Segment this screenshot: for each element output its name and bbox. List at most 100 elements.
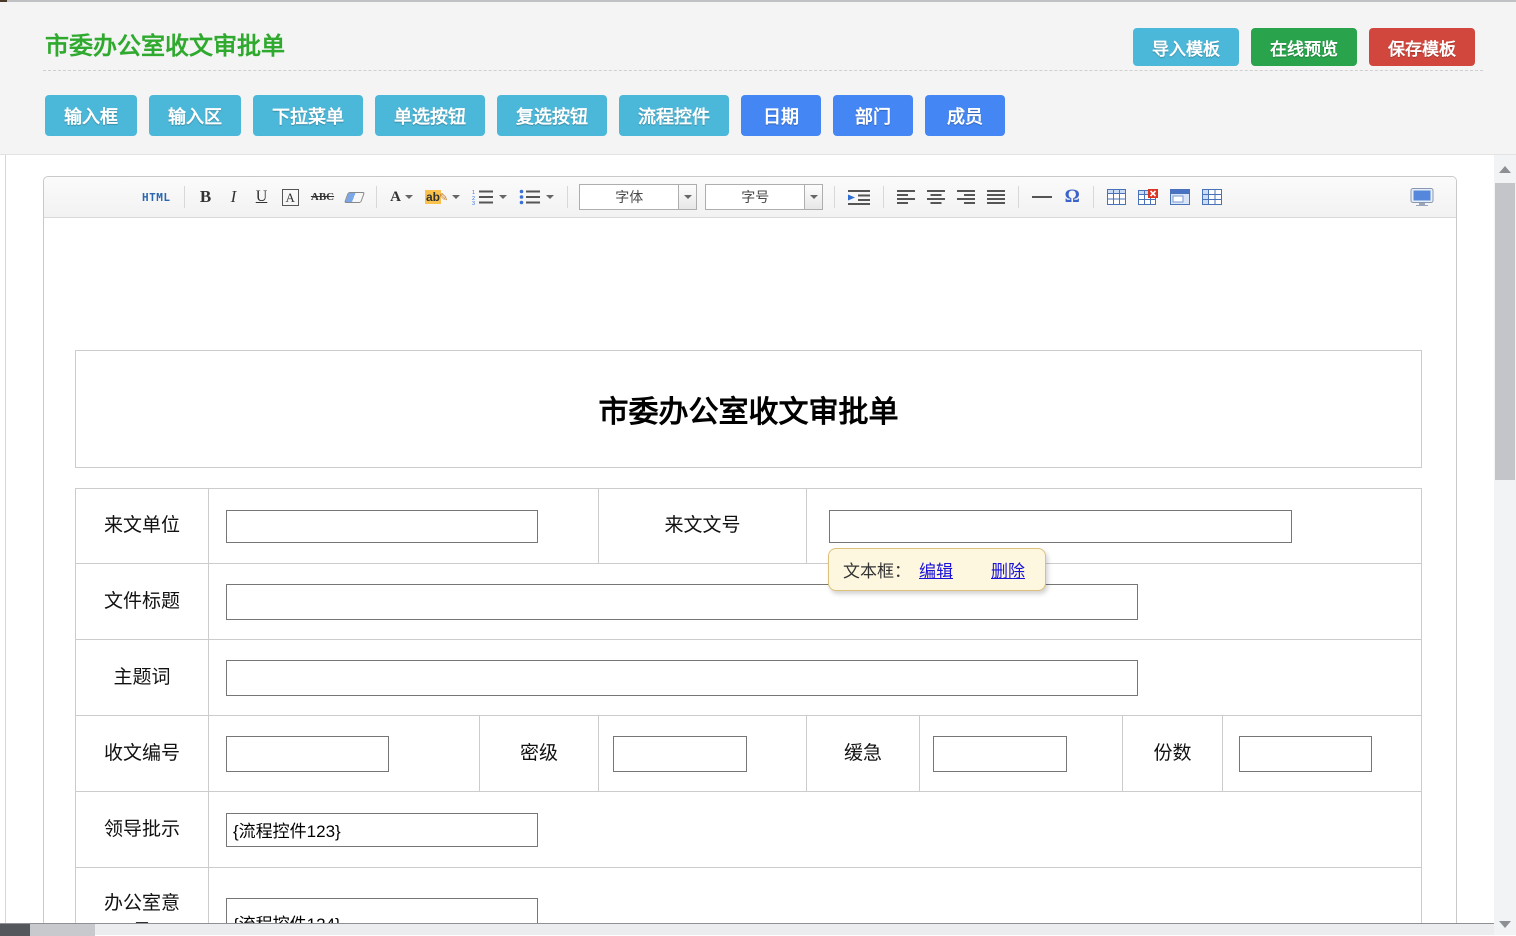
- urgency-input[interactable]: [933, 736, 1067, 772]
- editor-toolbar: HTML B I U A ABC A ab✎ 123 字体 字号: [44, 177, 1456, 218]
- bottom-window-bar: [0, 923, 1494, 935]
- ordered-list-button[interactable]: 123: [469, 184, 510, 210]
- align-left-icon: [897, 190, 915, 204]
- component-button-radio[interactable]: 单选按钮: [375, 95, 485, 136]
- form-label-copies: 份数: [1122, 716, 1222, 791]
- subject-word-input[interactable]: [226, 660, 1138, 696]
- scroll-down-button[interactable]: [1499, 921, 1511, 928]
- underline-button[interactable]: U: [251, 184, 273, 210]
- component-button-textarea[interactable]: 输入区: [149, 95, 241, 136]
- scroll-up-button[interactable]: [1499, 166, 1511, 173]
- cell-properties-button[interactable]: [1199, 184, 1225, 210]
- receipt-number-input[interactable]: [226, 736, 389, 772]
- form-label-subject-word: 主题词: [76, 640, 208, 715]
- tooltip-edit-link[interactable]: 编辑: [919, 557, 953, 582]
- save-template-button[interactable]: 保存模板: [1369, 28, 1475, 66]
- chevron-down-icon: [452, 195, 460, 199]
- component-button-flow-control[interactable]: 流程控件: [619, 95, 729, 136]
- table-properties-button[interactable]: [1167, 184, 1193, 210]
- insert-table-icon: [1107, 189, 1126, 205]
- table-cell: [1222, 716, 1421, 791]
- indent-icon: [848, 190, 870, 205]
- component-button-dropdown[interactable]: 下拉菜单: [253, 95, 363, 136]
- copies-input[interactable]: [1239, 736, 1372, 772]
- delete-table-button[interactable]: [1135, 184, 1161, 210]
- component-button-member[interactable]: 成员: [925, 95, 1005, 136]
- receipt-form-table: 来文单位 来文文号 文件标题 主题词: [75, 488, 1422, 935]
- table-cell: [919, 716, 1122, 791]
- doc-number-input[interactable]: [829, 510, 1292, 543]
- font-color-button[interactable]: A: [387, 184, 416, 210]
- chevron-down-icon: [405, 195, 413, 199]
- scrollbar-thumb[interactable]: [1495, 183, 1515, 480]
- source-unit-input[interactable]: [226, 510, 538, 543]
- toolbar-separator: [567, 186, 568, 208]
- html-source-button[interactable]: HTML: [139, 184, 174, 210]
- leader-comment-input[interactable]: [226, 813, 538, 847]
- indent-button[interactable]: [845, 184, 873, 210]
- toolbar-separator: [834, 186, 835, 208]
- vertical-scrollbar[interactable]: [1494, 155, 1516, 935]
- tooltip-delete-link[interactable]: 删除: [991, 557, 1025, 582]
- italic-icon: I: [231, 187, 237, 207]
- component-button-text-input[interactable]: 输入框: [45, 95, 137, 136]
- toolbar-separator: [1093, 186, 1094, 208]
- insert-table-button[interactable]: [1104, 184, 1129, 210]
- strikethrough-button[interactable]: ABC: [308, 184, 337, 210]
- omega-icon: Ω: [1065, 186, 1080, 208]
- tooltip-type-label: 文本框：: [843, 557, 911, 582]
- bold-button[interactable]: B: [195, 184, 217, 210]
- toolbar-separator: [1018, 186, 1019, 208]
- table-row: 文件标题: [76, 563, 1421, 639]
- bold-icon: B: [200, 187, 211, 207]
- quick-format-icon: A: [282, 189, 299, 206]
- font-size-select-arrow[interactable]: [804, 185, 822, 209]
- table-cell: [208, 564, 1421, 639]
- online-preview-button[interactable]: 在线预览: [1251, 28, 1357, 66]
- form-title-box: 市委办公室收文审批单: [75, 350, 1422, 468]
- align-right-button[interactable]: [954, 184, 978, 210]
- editor-panel: HTML B I U A ABC A ab✎ 123 字体 字号: [43, 176, 1457, 935]
- eraser-icon: [344, 192, 365, 203]
- component-button-date[interactable]: 日期: [741, 95, 821, 136]
- italic-button[interactable]: I: [223, 184, 245, 210]
- font-family-select[interactable]: 字体: [579, 184, 697, 210]
- form-label-urgency: 缓急: [806, 716, 919, 791]
- header-divider: [43, 70, 1483, 71]
- secrecy-level-input[interactable]: [613, 736, 747, 772]
- fullscreen-button[interactable]: [1407, 184, 1437, 210]
- html-source-icon: HTML: [142, 191, 171, 204]
- quick-format-button[interactable]: A: [279, 184, 302, 210]
- align-left-button[interactable]: [894, 184, 918, 210]
- action-button-row: 导入模板 在线预览 保存模板: [1133, 28, 1475, 66]
- align-justify-button[interactable]: [984, 184, 1008, 210]
- form-label-secrecy-level: 密级: [479, 716, 598, 791]
- table-row: 领导批示: [76, 791, 1421, 867]
- pencil-icon: ✎: [439, 191, 448, 204]
- form-label-receipt-number: 收文编号: [76, 716, 208, 791]
- table-cell: [598, 716, 806, 791]
- align-center-button[interactable]: [924, 184, 948, 210]
- remove-format-button[interactable]: [343, 184, 366, 210]
- table-cell: [208, 792, 1421, 867]
- table-properties-icon: [1170, 189, 1190, 205]
- component-button-department[interactable]: 部门: [833, 95, 913, 136]
- table-row: 主题词: [76, 639, 1421, 715]
- toolbar-separator: [883, 186, 884, 208]
- toolbar-separator: [184, 186, 185, 208]
- form-label-doc-title: 文件标题: [76, 564, 208, 639]
- unordered-list-button[interactable]: [516, 184, 557, 210]
- header: 市委办公室收文审批单 导入模板 在线预览 保存模板 输入框 输入区 下拉菜单 单…: [0, 2, 1516, 155]
- horizontal-rule-button[interactable]: [1029, 184, 1055, 210]
- import-template-button[interactable]: 导入模板: [1133, 28, 1239, 66]
- align-center-icon: [927, 190, 945, 204]
- chevron-down-icon: [684, 195, 692, 199]
- highlight-button[interactable]: ab✎: [422, 184, 463, 210]
- font-size-select[interactable]: 字号: [705, 184, 823, 210]
- component-button-checkbox[interactable]: 复选按钮: [497, 95, 607, 136]
- chevron-down-icon: [499, 195, 507, 199]
- special-char-button[interactable]: Ω: [1061, 184, 1083, 210]
- font-family-select-arrow[interactable]: [678, 185, 696, 209]
- component-button-row: 输入框 输入区 下拉菜单 单选按钮 复选按钮 流程控件 日期 部门 成员: [45, 95, 1005, 136]
- cell-properties-icon: [1202, 189, 1222, 205]
